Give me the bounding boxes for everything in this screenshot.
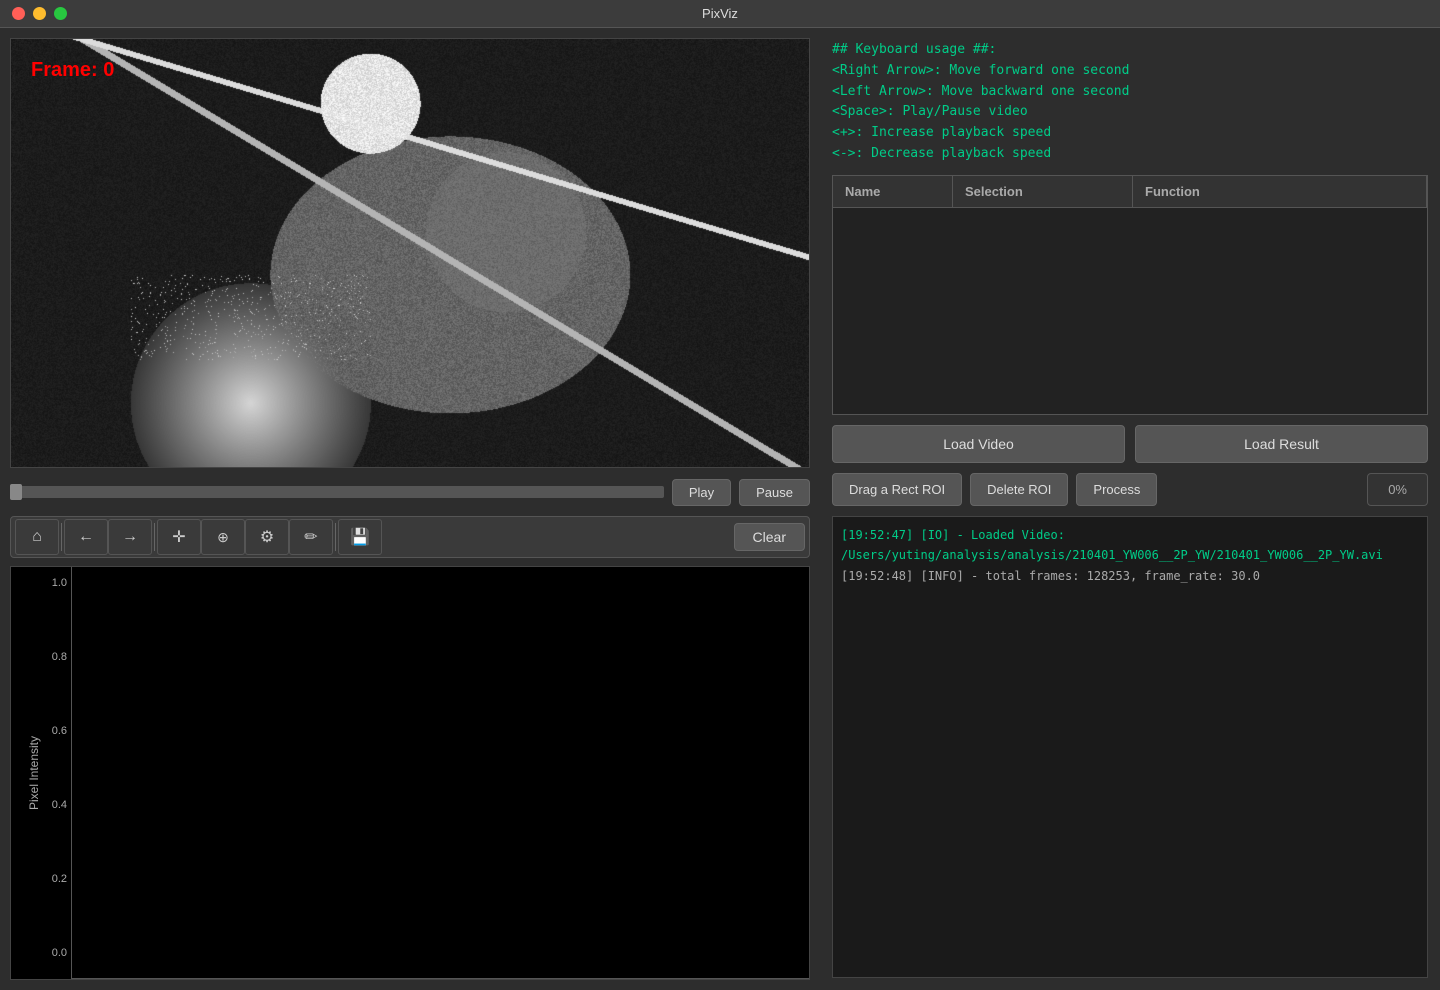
close-button[interactable]: [12, 7, 25, 20]
titlebar: PixViz: [0, 0, 1440, 28]
delete-roi-button[interactable]: Delete ROI: [970, 473, 1068, 506]
video-container: Frame: 0: [10, 38, 810, 468]
log-line-0: [19:52:47] [IO] - Loaded Video: /Users/y…: [841, 525, 1419, 566]
process-button[interactable]: Process: [1076, 473, 1157, 506]
clear-button[interactable]: Clear: [734, 523, 805, 551]
log-line-1: [19:52:48] [INFO] - total frames: 128253…: [841, 566, 1419, 586]
chart-y-tick-1: 0.8: [21, 651, 67, 663]
chart-y-label: Pixel Intensity: [27, 736, 41, 810]
roi-table: Name Selection Function: [832, 175, 1428, 415]
back-button[interactable]: ←: [64, 519, 108, 555]
keyboard-help: ## Keyboard usage ##: <Right Arrow>: Mov…: [832, 40, 1428, 165]
scrubber-row: Play Pause: [10, 476, 810, 508]
main-content: Frame: 0 Play Pause ⌂ ← → ✛ ⊕ ⚙ ✏ 💾 Clea…: [0, 28, 1440, 990]
settings-button[interactable]: ⚙: [245, 519, 289, 555]
chart-y-axis: Pixel Intensity 1.0 0.8 0.6 0.4 0.2 0.0: [11, 567, 71, 979]
progress-indicator: 0%: [1367, 473, 1428, 506]
roi-controls: Drag a Rect ROI Delete ROI Process 0%: [832, 473, 1428, 506]
edit-button[interactable]: ✏: [289, 519, 333, 555]
toolbar-separator-1: [61, 523, 62, 551]
roi-col-selection: Selection: [953, 176, 1133, 207]
forward-button[interactable]: →: [108, 519, 152, 555]
chart-y-tick-5: 0.0: [21, 947, 67, 959]
left-panel: Frame: 0 Play Pause ⌂ ← → ✛ ⊕ ⚙ ✏ 💾 Clea…: [0, 28, 820, 990]
chart-y-tick-0: 1.0: [21, 577, 67, 589]
roi-col-name: Name: [833, 176, 953, 207]
toolbar-separator-3: [335, 523, 336, 551]
minimize-button[interactable]: [33, 7, 46, 20]
load-video-button[interactable]: Load Video: [832, 425, 1125, 463]
home-button[interactable]: ⌂: [15, 519, 59, 555]
load-row: Load Video Load Result: [832, 425, 1428, 463]
drag-rect-roi-button[interactable]: Drag a Rect ROI: [832, 473, 962, 506]
save-button[interactable]: 💾: [338, 519, 382, 555]
keyboard-line-0: <Right Arrow>: Move forward one second: [832, 61, 1428, 82]
scrubber-handle[interactable]: [10, 484, 22, 500]
app-title: PixViz: [702, 6, 738, 21]
scrubber-bar[interactable]: [10, 486, 664, 498]
window-controls: [12, 7, 67, 20]
chart-y-tick-4: 0.2: [21, 873, 67, 885]
keyboard-line-4: <->: Decrease playback speed: [832, 144, 1428, 165]
frame-label: Frame: 0: [31, 59, 114, 82]
keyboard-line-3: <+>: Increase playback speed: [832, 123, 1428, 144]
chart-plot: [71, 567, 809, 979]
video-canvas: [11, 39, 809, 467]
pause-button[interactable]: Pause: [739, 479, 810, 506]
toolbar: ⌂ ← → ✛ ⊕ ⚙ ✏ 💾 Clear: [10, 516, 810, 558]
load-result-button[interactable]: Load Result: [1135, 425, 1428, 463]
keyboard-line-1: <Left Arrow>: Move backward one second: [832, 82, 1428, 103]
roi-col-function: Function: [1133, 176, 1427, 207]
right-panel: ## Keyboard usage ##: <Right Arrow>: Mov…: [820, 28, 1440, 990]
zoom-button[interactable]: ⊕: [201, 519, 245, 555]
roi-table-header: Name Selection Function: [833, 176, 1427, 208]
play-button[interactable]: Play: [672, 479, 731, 506]
keyboard-heading: ## Keyboard usage ##:: [832, 40, 1428, 61]
maximize-button[interactable]: [54, 7, 67, 20]
video-display: Frame: 0: [11, 39, 809, 467]
log-area: [19:52:47] [IO] - Loaded Video: /Users/y…: [832, 516, 1428, 978]
chart-inner: Pixel Intensity 1.0 0.8 0.6 0.4 0.2 0.0: [11, 567, 809, 979]
chart-container: Pixel Intensity 1.0 0.8 0.6 0.4 0.2 0.0: [10, 566, 810, 980]
toolbar-separator-2: [154, 523, 155, 551]
pan-button[interactable]: ✛: [157, 519, 201, 555]
keyboard-line-2: <Space>: Play/Pause video: [832, 102, 1428, 123]
